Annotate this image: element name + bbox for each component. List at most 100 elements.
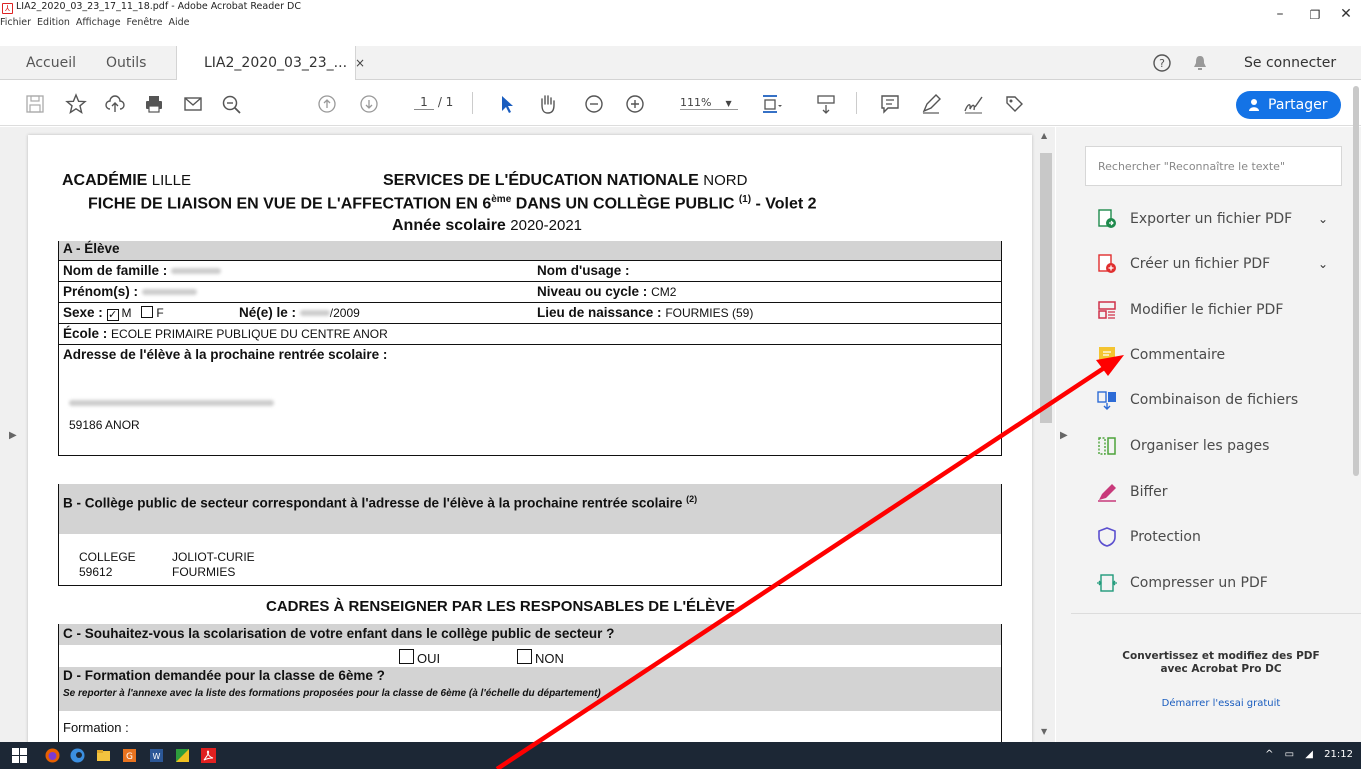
tool-combine[interactable]: Combinaison de fichiers bbox=[1096, 387, 1341, 413]
tool-label: Exporter un fichier PDF bbox=[1130, 211, 1293, 227]
sexe-f-checkbox[interactable] bbox=[141, 306, 154, 318]
toolbar-separator bbox=[472, 92, 473, 114]
bell-icon[interactable] bbox=[1193, 46, 1207, 80]
college-type: COLLEGE bbox=[79, 550, 136, 564]
adresse-label: Adresse de l'élève à la prochaine rentré… bbox=[63, 347, 388, 362]
save-icon[interactable] bbox=[24, 93, 46, 115]
tool-protect[interactable]: Protection bbox=[1096, 524, 1341, 550]
row-adresse: Adresse de l'élève à la prochaine rentré… bbox=[59, 344, 1001, 456]
panel-divider bbox=[1071, 613, 1361, 614]
email-icon[interactable] bbox=[182, 93, 204, 115]
oui-checkbox[interactable] bbox=[399, 649, 414, 664]
maximize-button[interactable]: ❐ bbox=[1305, 8, 1325, 22]
right-panel-collapse-icon[interactable]: ▶ bbox=[1060, 430, 1068, 441]
formation-label: Formation : bbox=[63, 720, 129, 735]
word-icon[interactable]: W bbox=[149, 748, 164, 763]
academie-value: LILLE bbox=[151, 172, 191, 189]
acrobat-reader-icon[interactable] bbox=[201, 748, 216, 763]
tab-tools[interactable]: Outils bbox=[106, 46, 146, 80]
sign-icon[interactable] bbox=[962, 93, 984, 115]
tab-close-icon[interactable]: × bbox=[355, 56, 365, 70]
non-option[interactable]: NON bbox=[517, 649, 564, 666]
share-button[interactable]: Partager bbox=[1236, 91, 1341, 119]
menu-fichier[interactable]: Fichier bbox=[0, 17, 31, 28]
app-orange-icon[interactable]: G bbox=[122, 748, 137, 763]
redact-icon bbox=[1098, 484, 1116, 502]
print-icon[interactable] bbox=[143, 93, 165, 115]
fit-page-icon[interactable] bbox=[760, 93, 782, 115]
menu-fenetre[interactable]: Fenêtre bbox=[127, 17, 163, 28]
tools-pane-scroll-thumb[interactable] bbox=[1353, 86, 1359, 476]
non-checkbox[interactable] bbox=[517, 649, 532, 664]
left-panel-expand-icon[interactable]: ▶ bbox=[9, 430, 17, 441]
tool-organize[interactable]: Organiser les pages bbox=[1096, 433, 1341, 459]
tool-edit-pdf[interactable]: Modifier le fichier PDF bbox=[1096, 297, 1341, 323]
share-label: Partager bbox=[1268, 97, 1328, 113]
scroll-mode-icon[interactable] bbox=[815, 93, 837, 115]
next-page-icon[interactable] bbox=[358, 93, 380, 115]
menu-aide[interactable]: Aide bbox=[168, 17, 189, 28]
tray-chevron-icon[interactable]: ^ bbox=[1265, 749, 1273, 760]
free-trial-link[interactable]: Démarrer l'essai gratuit bbox=[1096, 698, 1346, 709]
chevron-down-icon[interactable]: ⌄ bbox=[1318, 251, 1328, 277]
scroll-down-icon[interactable]: ▼ bbox=[1041, 727, 1047, 736]
hand-tool-icon[interactable] bbox=[536, 93, 558, 115]
oui-option[interactable]: OUI bbox=[399, 649, 440, 666]
cadres-heading: CADRES À RENSEIGNER PAR LES RESPONSABLES… bbox=[266, 598, 736, 615]
zoom-select[interactable]: 111% ▼ bbox=[680, 96, 738, 110]
menu-edition[interactable]: Edition bbox=[37, 17, 70, 28]
tool-redact[interactable]: Biffer bbox=[1096, 479, 1341, 505]
edit-pdf-icon bbox=[1098, 301, 1116, 319]
tool-comment[interactable]: Commentaire bbox=[1096, 342, 1341, 368]
tab-home[interactable]: Accueil bbox=[26, 46, 76, 80]
zoom-in-icon[interactable] bbox=[624, 93, 646, 115]
scrollbar-thumb[interactable] bbox=[1040, 153, 1052, 423]
academie-label: ACADÉMIE bbox=[62, 172, 148, 189]
toolbar-separator bbox=[856, 92, 857, 114]
system-tray: ^ ▭ ◢ 21:12 bbox=[1265, 749, 1353, 760]
upload-cloud-icon[interactable] bbox=[104, 93, 126, 115]
previous-page-icon[interactable] bbox=[316, 93, 338, 115]
tool-create-pdf[interactable]: Créer un fichier PDF ⌄ bbox=[1096, 251, 1341, 277]
tools-pane-scrollbar[interactable] bbox=[1352, 70, 1360, 480]
bookmark-star-icon[interactable] bbox=[65, 93, 87, 115]
oui-label: OUI bbox=[417, 651, 441, 666]
scroll-up-icon[interactable]: ▲ bbox=[1041, 131, 1047, 140]
close-window-button[interactable]: ✕ bbox=[1336, 6, 1356, 22]
section-a-header: A - Élève bbox=[59, 241, 1001, 260]
tools-search-input[interactable]: Rechercher "Reconnaître le texte" bbox=[1085, 146, 1342, 186]
windows-start-icon[interactable] bbox=[12, 748, 27, 763]
sexe-f-label: F bbox=[156, 306, 164, 320]
title-bar: ⅄ LIA2_2020_03_23_17_11_18.pdf - Adobe A… bbox=[0, 0, 1361, 32]
file-explorer-icon[interactable] bbox=[96, 748, 111, 763]
zoom-out-icon[interactable] bbox=[583, 93, 605, 115]
edge-icon[interactable] bbox=[70, 748, 85, 763]
battery-icon[interactable]: ▭ bbox=[1285, 749, 1294, 760]
tab-document[interactable]: LIA2_2020_03_23_... × bbox=[176, 46, 365, 81]
firefox-icon[interactable] bbox=[45, 748, 60, 763]
menu-affichage[interactable]: Affichage bbox=[76, 17, 121, 28]
comment-note-icon[interactable] bbox=[879, 93, 901, 115]
compress-pdf-icon bbox=[1097, 574, 1117, 592]
tool-export-pdf[interactable]: Exporter un fichier PDF ⌄ bbox=[1096, 206, 1341, 232]
page-number-input[interactable]: 1 bbox=[414, 95, 434, 110]
tool-compress[interactable]: Compresser un PDF bbox=[1096, 570, 1341, 596]
sexe-m-checkbox[interactable]: ✓ bbox=[106, 309, 119, 321]
sign-in-link[interactable]: Se connecter bbox=[1244, 46, 1336, 80]
help-icon[interactable]: ? bbox=[1153, 46, 1171, 80]
select-arrow-icon[interactable] bbox=[496, 93, 518, 115]
section-a-title: A - Élève bbox=[63, 241, 120, 256]
organize-pages-icon bbox=[1098, 437, 1116, 455]
zoom-search-icon[interactable] bbox=[220, 93, 242, 115]
app-green-icon[interactable] bbox=[175, 748, 190, 763]
minimize-button[interactable]: – bbox=[1270, 6, 1290, 22]
chevron-down-icon[interactable]: ⌄ bbox=[1318, 206, 1328, 232]
tag-tools-icon[interactable] bbox=[1003, 93, 1025, 115]
wifi-icon[interactable]: ◢ bbox=[1305, 749, 1313, 760]
highlight-pen-icon[interactable] bbox=[920, 93, 942, 115]
ecole-label: École : bbox=[63, 326, 108, 341]
tool-label: Créer un fichier PDF bbox=[1130, 256, 1271, 272]
row-prenom: Prénom(s) : Niveau ou cycle : CM2 bbox=[59, 281, 1001, 302]
document-scrollbar[interactable]: ▲ ▼ bbox=[1038, 127, 1054, 742]
clock[interactable]: 21:12 bbox=[1324, 749, 1353, 760]
